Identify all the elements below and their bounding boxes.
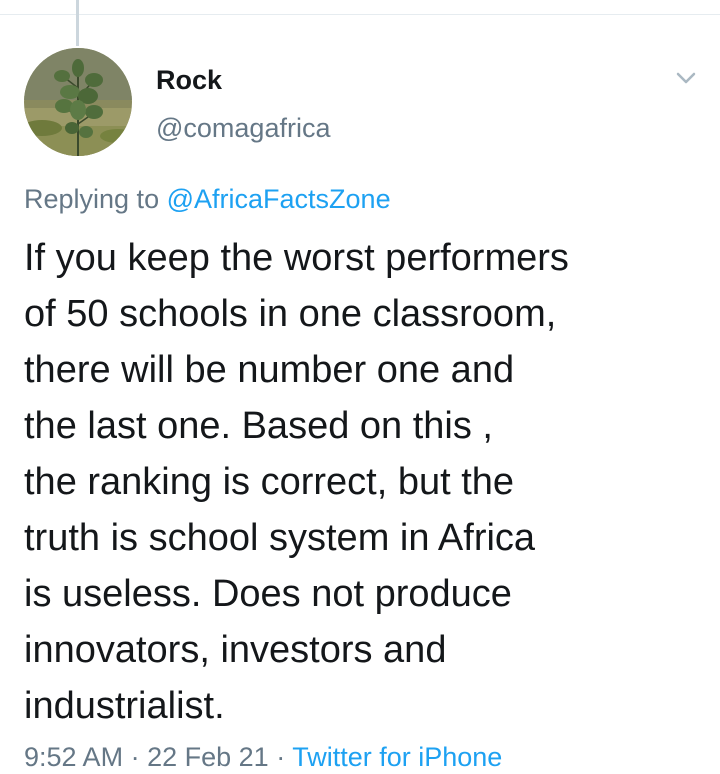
tweet-time: 9:52 AM <box>24 742 124 772</box>
display-name[interactable]: Rock <box>156 64 222 96</box>
top-divider <box>0 14 720 15</box>
tweet-text-line: there will be number one and <box>24 349 515 391</box>
tweet-meta: 9:52 AM · 22 Feb 21 · Twitter for iPhone <box>24 740 502 774</box>
replying-prefix: Replying to <box>24 184 160 214</box>
avatar-plant-photo-icon <box>24 48 132 156</box>
avatar[interactable] <box>24 48 132 156</box>
replying-to: Replying to @AfricaFactsZone <box>24 182 391 216</box>
meta-separator: · <box>276 742 286 772</box>
tweet-text-line: the last one. Based on this , <box>24 405 493 447</box>
tweet-text-line: industrialist. <box>24 685 225 727</box>
tweet-text-line: If you keep the worst performers <box>24 237 569 279</box>
tweet-text-line: is useless. Does not produce <box>24 573 512 615</box>
replying-mention-link[interactable]: @AfricaFactsZone <box>167 184 391 214</box>
tweet-date: 22 Feb 21 <box>147 742 269 772</box>
tweet-text-line: truth is school system in Africa <box>24 517 536 559</box>
chevron-down-icon[interactable] <box>672 64 700 92</box>
user-handle[interactable]: @comagafrica <box>156 112 330 144</box>
tweet-text-line: innovators, investors and <box>24 629 447 671</box>
tweet-text-line: of 50 schools in one classroom, <box>24 293 557 335</box>
meta-separator: · <box>130 742 140 772</box>
tweet-source-link[interactable]: Twitter for iPhone <box>292 742 502 772</box>
thread-connector-line <box>76 0 79 46</box>
tweet-text-line: the ranking is correct, but the <box>24 461 515 503</box>
tweet-text: If you keep the worst performers of 50 s… <box>24 230 704 734</box>
